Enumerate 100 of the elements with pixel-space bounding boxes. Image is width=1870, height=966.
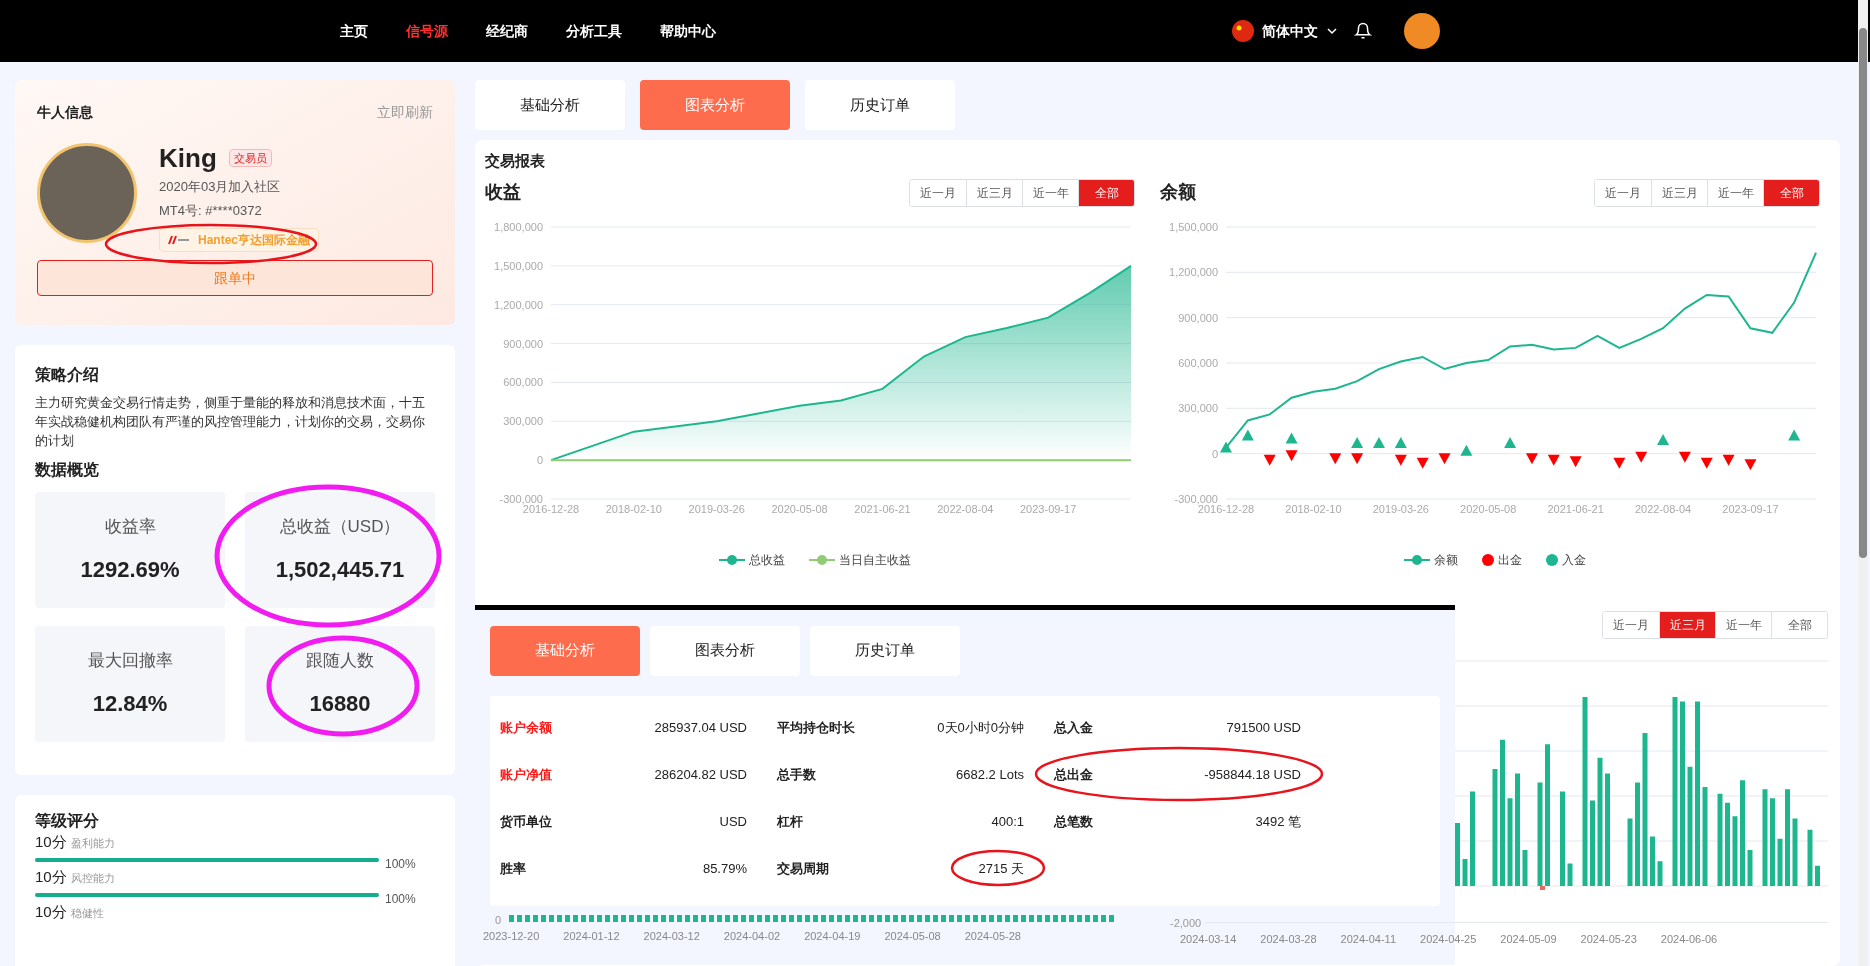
stat-label: 总笔数 [1054, 812, 1093, 831]
stat-value: 6682.2 Lots [956, 765, 1024, 784]
axis-tick-label: 2020-05-08 [771, 502, 828, 515]
legend-label[interactable]: 入金 [1562, 550, 1586, 569]
stat-label: 账户余额 [500, 718, 552, 737]
stat-value: 85.79% [702, 859, 747, 878]
axis-tick-label: 2024-05-09 [1500, 932, 1557, 947]
stat-value: 286204.82 USD [654, 765, 747, 784]
stat-value: 12.84% [92, 690, 168, 719]
axis-tick-label: 2024-04-02 [723, 928, 781, 944]
legend-label[interactable]: 余额 [1434, 550, 1458, 569]
stat-label: 交易周期 [777, 859, 829, 878]
section-title: 等级评分 [35, 811, 100, 831]
axis-tick-label: 0 [536, 453, 543, 466]
stat-label: 跟随人数 [306, 649, 374, 672]
axis-tick-label: 2024-03-28 [1260, 932, 1317, 947]
axis-tick-label: 2022-08-04 [1634, 502, 1692, 515]
axis-tick-label: 2016-12-28 [522, 502, 580, 515]
stat-label: 账户净值 [500, 765, 552, 784]
stat-value: 1292.69% [80, 556, 180, 585]
stat-value: 3492 笔 [1255, 812, 1301, 831]
analysis-tab[interactable]: 历史订单 [810, 625, 960, 676]
axis-tick-label: 2023-09-17 [1020, 502, 1077, 515]
nav-link[interactable]: 主页 [340, 20, 368, 42]
analysis-tab[interactable]: 图表分析 [650, 625, 800, 676]
chart-title: 收益 [485, 181, 521, 204]
axis-tick-label: 300,000 [1178, 401, 1218, 414]
axis-tick-label: 2023-09-17 [1722, 502, 1779, 515]
axis-tick-label: 600,000 [1178, 356, 1218, 369]
axis-tick-label: 900,000 [503, 337, 543, 350]
nav-link[interactable]: 信号源 [406, 20, 448, 42]
axis-tick-label: 600,000 [503, 375, 543, 388]
range-tab[interactable]: 全部 [1078, 179, 1134, 206]
stat-value: 0天0小时0分钟 [937, 718, 1024, 737]
card-title: 牛人信息 [37, 103, 93, 122]
rating-percent: 100% [385, 857, 416, 871]
axis-tick-label: -300,000 [499, 492, 543, 505]
legend-label[interactable]: 出金 [1498, 550, 1522, 569]
axis-tick-label: 1,500,000 [1169, 220, 1218, 233]
stat-label: 总收益（USD） [279, 515, 401, 538]
axis-tick-label: 2024-04-25 [1420, 932, 1477, 947]
role-tag: 交易员 [228, 148, 272, 168]
stat-value: -958844.18 USD [1204, 765, 1301, 784]
stat-value: 2715 天 [978, 859, 1024, 878]
rating-label: 风控能力 [70, 871, 115, 886]
stat-label: 总手数 [777, 765, 816, 784]
join-date: 2020年03月加入社区 [159, 178, 282, 196]
analysis-tab[interactable]: 基础分析 [475, 80, 625, 130]
stat-value: 400:1 [991, 812, 1024, 831]
axis-tick-label: 2021-06-21 [854, 502, 911, 515]
range-tab[interactable]: 全部 [1763, 179, 1819, 206]
axis-tick-label: 0 [1211, 447, 1218, 460]
axis-tick-label: -2,000 [1170, 915, 1202, 931]
axis-tick-label: 2024-04-11 [1340, 932, 1396, 947]
stat-value: 285937.04 USD [654, 718, 747, 737]
report-title: 交易报表 [484, 151, 546, 171]
rating-label: 盈利能力 [70, 836, 115, 851]
rating-score: 10分 [35, 868, 67, 886]
axis-tick-label: 1,500,000 [494, 259, 543, 272]
nav-link[interactable]: 分析工具 [566, 20, 622, 42]
strategy-description: 主力研究黄金交易行情走势，侧重于量能的释放和消息技术面，十五年实战稳健机构团队有严谨的风控管理能力，计划你的交易，交易你的计划 [35, 394, 426, 450]
stat-label: 平均持仓时长 [777, 718, 855, 737]
axis-tick-label: 900,000 [1178, 311, 1218, 324]
section-title: 数据概览 [35, 460, 100, 480]
stat-value: 791500 USD [1226, 718, 1301, 737]
stat-value: USD [719, 812, 747, 831]
axis-tick-label: 0 [495, 913, 502, 926]
axis-tick-label: 1,200,000 [1169, 265, 1218, 278]
stat-label: 总入金 [1054, 718, 1093, 737]
axis-tick-label: 2024-04-19 [804, 928, 861, 944]
axis-tick-label: 2016-12-28 [1197, 502, 1255, 515]
axis-tick-label: 2023-12-20 [483, 928, 540, 944]
axis-tick-label: -300,000 [1174, 492, 1218, 505]
axis-tick-label: 2024-03-14 [1180, 932, 1237, 947]
chart-title: 余额 [1160, 181, 1196, 204]
axis-tick-label: 2019-03-26 [1372, 502, 1429, 515]
nav-link[interactable]: 帮助中心 [660, 20, 716, 42]
axis-tick-label: 300,000 [503, 414, 543, 427]
range-tab[interactable]: 全部 [1771, 611, 1827, 638]
rating-label: 稳健性 [70, 906, 104, 921]
axis-tick-label: 2024-01-12 [563, 928, 620, 944]
stat-value: 16880 [309, 690, 371, 719]
stat-label: 杠杆 [777, 812, 803, 831]
axis-tick-label: 1,800,000 [494, 220, 543, 233]
legend-label[interactable]: 总收益 [749, 550, 785, 569]
legend-label[interactable]: 当日自主收益 [839, 550, 911, 569]
language-selector[interactable]: 简体中文 [1232, 20, 1338, 42]
analysis-tab[interactable]: 历史订单 [805, 80, 955, 130]
stat-label: 胜率 [500, 859, 526, 878]
stat-label: 总出金 [1054, 765, 1093, 784]
axis-tick-label: 2024-05-28 [964, 928, 1021, 944]
axis-tick-label: 1,200,000 [494, 298, 543, 311]
nav-link[interactable]: 经纪商 [486, 20, 528, 42]
axis-tick-label: 2024-03-12 [643, 928, 700, 944]
axis-tick-label: 2021-06-21 [1547, 502, 1604, 515]
rating-percent: 100% [385, 892, 416, 906]
axis-tick-label: 2019-03-26 [688, 502, 745, 515]
rating-score: 10分 [35, 833, 67, 851]
range-tab[interactable]: 近三月 [1659, 611, 1715, 638]
stat-label: 最大回撤率 [87, 649, 173, 672]
